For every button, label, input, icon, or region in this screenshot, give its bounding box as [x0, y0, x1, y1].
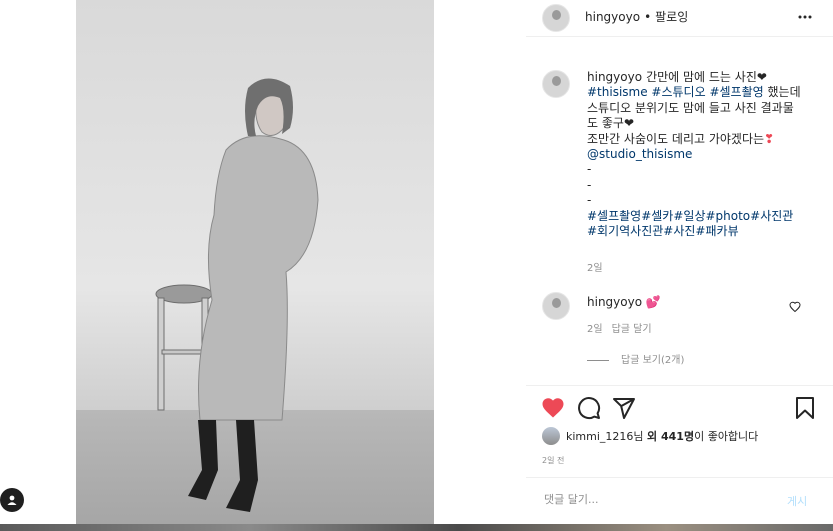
likes-suffix-post: 이 좋아합니다 [694, 430, 759, 443]
like-filled-icon[interactable] [541, 396, 565, 420]
two-hearts-icon: 💕 [645, 295, 661, 309]
caption-mention[interactable]: @studio_thisisme [587, 147, 692, 161]
comment-icon[interactable] [577, 396, 601, 420]
comment-form: 게시 [526, 477, 833, 525]
heart-exclamation-icon: ❣ [764, 131, 775, 146]
comment-time[interactable]: 2일 [587, 324, 603, 335]
author-username[interactable]: hingyoyo [585, 10, 640, 24]
likes-summary: kimmi_1216님 외 441명이 좋아합니다 [566, 428, 758, 444]
caption-username[interactable]: hingyoyo [587, 70, 642, 84]
caption-tags[interactable]: #thisisme #스튜디오 #셀프촬영 [587, 85, 764, 99]
author-avatar[interactable] [542, 4, 570, 32]
bookmark-icon[interactable] [793, 396, 817, 420]
reply-button[interactable]: 답글 달기 [612, 324, 652, 335]
heart-icon: ❤ [623, 116, 634, 131]
likes-others[interactable]: 외 441명 [647, 430, 694, 443]
separator-dot: • [644, 10, 652, 24]
background-feed-strip [0, 524, 833, 531]
caption-time[interactable]: 2일 [587, 259, 603, 274]
share-icon[interactable] [612, 396, 636, 420]
comment-username[interactable]: hingyoyo [587, 295, 642, 309]
liker-username[interactable]: kimmi_1216 [566, 430, 633, 443]
view-replies-label: 답글 보기(2개) [621, 355, 685, 366]
post-photo-panel[interactable] [0, 0, 526, 524]
comment-input[interactable] [542, 492, 766, 507]
comment-like-icon[interactable] [789, 301, 801, 313]
replies-line [587, 359, 609, 361]
caption-dash: - [587, 162, 592, 177]
user-icon [7, 495, 17, 505]
tagged-users-button[interactable] [0, 488, 24, 512]
caption-line3: 조만간 사숨이도 데리고 가야겠다는 [587, 131, 765, 146]
post-date[interactable]: 2일 전 [542, 455, 564, 466]
more-options-button[interactable] [798, 8, 812, 23]
post-sidebar: hingyoyo • 팔로잉 hingyoyo 간만에 맘에 드는 사진❤ #this… [526, 0, 833, 524]
caption-avatar[interactable] [542, 70, 570, 98]
liker-avatar[interactable] [542, 427, 560, 445]
caption-dash: - [587, 193, 592, 208]
ellipsis-icon [798, 15, 812, 19]
caption-hashtags[interactable]: #셀프촬영#셀카#일상#photo#사진관#회기역사진관#사진#패카뷰 [587, 209, 793, 238]
caption-line1: 간만에 맘에 드는 사진 [646, 70, 757, 84]
post-header: hingyoyo • 팔로잉 [526, 0, 833, 37]
caption-dash: - [587, 177, 592, 192]
post-photo [76, 0, 434, 524]
likes-suffix: 님 [633, 430, 648, 443]
comment-avatar[interactable] [542, 292, 570, 320]
follow-status[interactable]: 팔로잉 [655, 10, 688, 24]
post-comment-button[interactable]: 게시 [787, 493, 807, 509]
view-replies-button[interactable]: 답글 보기(2개) [587, 351, 684, 366]
heart-icon: ❤ [756, 70, 767, 84]
photo-subject [155, 78, 319, 512]
